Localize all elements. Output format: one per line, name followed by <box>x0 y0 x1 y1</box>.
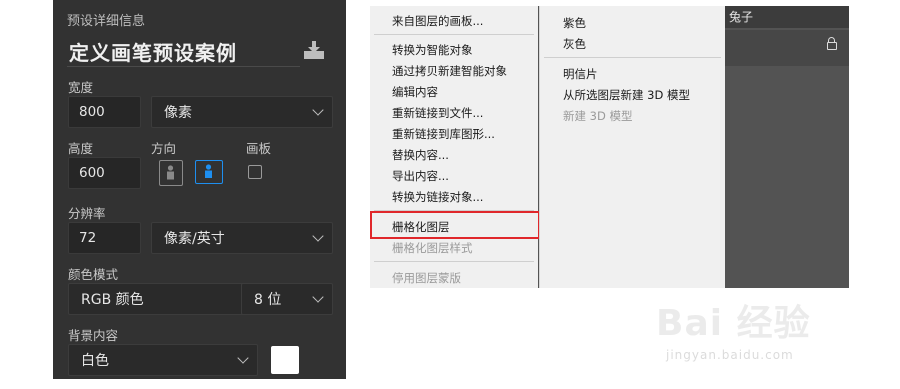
preset-name-underline <box>67 66 300 67</box>
watermark-url: jingyan.baidu.com <box>666 348 794 362</box>
preset-details-panel: 预设详细信息 定义画笔预设案例 宽度 800 像素 高度 方向 画板 600 分… <box>53 0 346 379</box>
landscape-person-icon <box>205 164 212 178</box>
artboard-checkbox[interactable] <box>248 165 262 179</box>
chevron-down-icon <box>312 104 324 116</box>
resolution-unit-select[interactable]: 像素/英寸 <box>151 222 333 254</box>
chevron-down-icon <box>237 352 249 364</box>
width-input[interactable]: 800 <box>68 96 141 128</box>
lock-icon <box>827 37 837 50</box>
highlight-box <box>370 211 540 239</box>
menu-item-relink-to-library[interactable]: 重新链接到库图形... <box>392 126 495 142</box>
chevron-down-icon <box>312 230 324 242</box>
portrait-person-icon <box>167 165 174 180</box>
layer-context-menu-screenshot: 来自图层的画板... 转换为智能对象 通过拷贝新建智能对象 编辑内容 重新链接到… <box>370 6 849 288</box>
background-label: 背景内容 <box>68 328 119 343</box>
menu-item-convert-to-linked[interactable]: 转换为链接对象... <box>392 189 483 205</box>
bit-depth-value: 8 位 <box>254 292 282 308</box>
watermark: Bai 经验 jingyan.baidu.com <box>656 286 856 381</box>
menu-item-new-smart-object-via-copy[interactable]: 通过拷贝新建智能对象 <box>392 63 507 79</box>
menu-separator <box>374 34 534 35</box>
menu-item-edit-contents[interactable]: 编辑内容 <box>392 84 438 100</box>
resolution-label: 分辨率 <box>68 206 106 221</box>
layer-row[interactable] <box>725 30 849 66</box>
height-input[interactable]: 600 <box>68 157 141 189</box>
menu-item-new-3d-from-layer[interactable]: 从所选图层新建 3D 模型 <box>563 87 690 103</box>
width-unit-value: 像素 <box>164 105 192 121</box>
resolution-input[interactable]: 72 <box>68 222 141 254</box>
background-value: 白色 <box>81 353 109 369</box>
color-mode-value: RGB 颜色 <box>81 292 144 308</box>
menu-item-convert-smart-object[interactable]: 转换为智能对象 <box>392 42 473 58</box>
save-preset-icon[interactable] <box>303 40 325 60</box>
resolution-unit-value: 像素/英寸 <box>164 231 225 247</box>
landscape-orientation-button[interactable] <box>195 160 223 184</box>
background-select[interactable]: 白色 <box>68 344 258 376</box>
context-submenu: 紫色 灰色 明信片 从所选图层新建 3D 模型 新建 3D 模型 <box>539 6 725 288</box>
artboard-label: 画板 <box>246 141 272 156</box>
preset-name-input[interactable]: 定义画笔预设案例 <box>69 37 237 66</box>
menu-item-replace-contents[interactable]: 替换内容... <box>392 147 449 163</box>
menu-separator <box>374 261 534 262</box>
background-color-swatch[interactable] <box>271 346 299 374</box>
menu-item-new-3d-model: 新建 3D 模型 <box>563 109 633 123</box>
menu-separator <box>544 57 721 58</box>
menu-item-disable-layer-mask: 停用图层蒙版 <box>392 271 461 285</box>
menu-item-purple[interactable]: 紫色 <box>563 15 586 31</box>
width-label: 宽度 <box>68 80 94 95</box>
section-title: 预设详细信息 <box>67 14 146 29</box>
orientation-label: 方向 <box>151 141 177 156</box>
watermark-logo-text: Bai 经验 <box>656 303 811 344</box>
layer-name-tab: 兔子 <box>725 6 849 28</box>
height-label: 高度 <box>68 141 94 156</box>
menu-item-gray[interactable]: 灰色 <box>563 36 586 52</box>
chevron-down-icon <box>312 291 324 303</box>
menu-item-artboard-from-layers[interactable]: 来自图层的画板... <box>392 13 483 29</box>
width-unit-select[interactable]: 像素 <box>151 96 333 128</box>
bit-depth-select[interactable]: 8 位 <box>241 283 333 315</box>
color-mode-label: 颜色模式 <box>68 267 119 282</box>
menu-item-postcard[interactable]: 明信片 <box>563 66 598 82</box>
menu-item-rasterize-layer-style: 栅格化图层样式 <box>392 241 473 255</box>
menu-item-export-contents[interactable]: 导出内容... <box>392 168 449 184</box>
context-menu: 来自图层的画板... 转换为智能对象 通过拷贝新建智能对象 编辑内容 重新链接到… <box>370 6 538 288</box>
portrait-orientation-button[interactable] <box>159 160 183 186</box>
menu-item-relink-to-file[interactable]: 重新链接到文件... <box>392 105 483 121</box>
